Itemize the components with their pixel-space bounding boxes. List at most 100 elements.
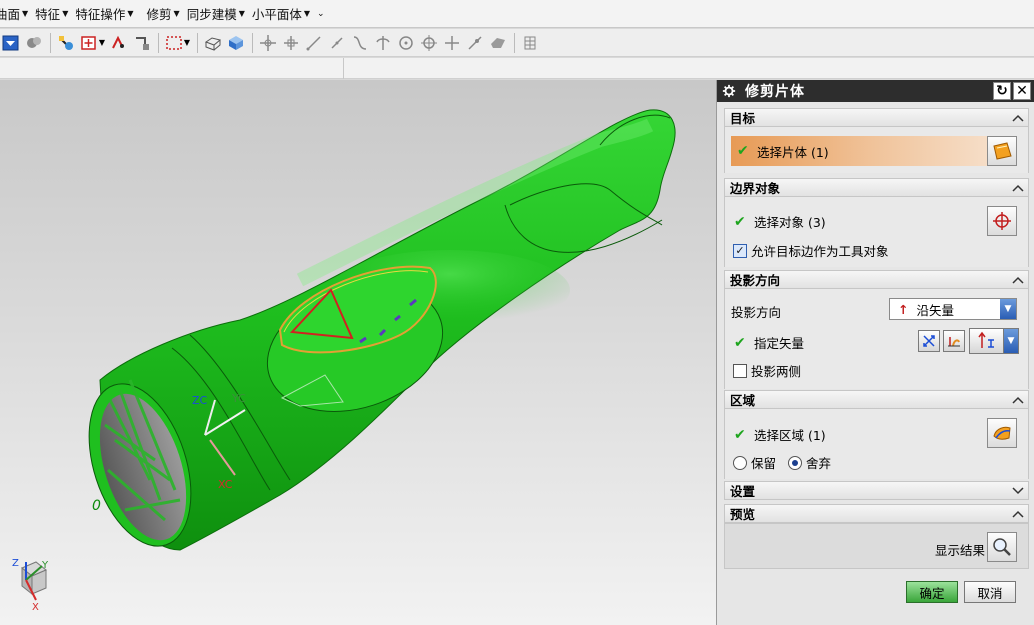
chevron-down-icon: ▼ (303, 9, 311, 18)
line-icon[interactable] (303, 32, 325, 54)
cancel-button[interactable]: 取消 (964, 581, 1016, 603)
menu-surface[interactable]: 曲面 ▼ (0, 2, 32, 26)
reverse-direction-button[interactable] (918, 330, 940, 352)
section-region-header[interactable]: 区域 (724, 390, 1029, 409)
specify-vector-label: 指定矢量 (754, 336, 805, 351)
cross-point-icon[interactable] (441, 32, 463, 54)
grid-icon[interactable] (519, 32, 541, 54)
select-object-button[interactable] (987, 206, 1017, 236)
wcs-yc-label: YC (232, 392, 246, 405)
chevron-down-icon[interactable]: ▼ (183, 38, 191, 47)
select-sheet-label: 选择片体 (1) (757, 144, 829, 160)
surface-point-icon[interactable] (487, 32, 509, 54)
allow-target-edge-row[interactable]: ✓ 允许目标边作为工具对象 (733, 241, 889, 260)
menu-label: 小平面体 (251, 7, 302, 22)
ok-button[interactable]: 确定 (906, 581, 958, 603)
shaded-icon[interactable] (225, 32, 247, 54)
circle-point-icon[interactable] (395, 32, 417, 54)
close-icon[interactable]: ✕ (1013, 82, 1031, 100)
origin-label: 0 (92, 498, 101, 514)
checkmark-icon: ✔ (734, 334, 746, 351)
gear-icon[interactable] (721, 83, 737, 99)
selection-filter-icon[interactable] (78, 32, 100, 54)
discard-option[interactable]: 舍弃 (788, 453, 831, 472)
crosshair-icon (993, 212, 1011, 230)
graphics-viewport[interactable]: ZC YC XC 0 Z Y X (0, 80, 716, 625)
projection-direction-select[interactable]: ↑ 沿矢量 ▼ (889, 298, 1017, 320)
spline-icon[interactable] (349, 32, 371, 54)
dialog-title-bar: 修剪片体 ↻ ✕ (717, 80, 1034, 102)
show-result-label: 显示结果 (935, 543, 986, 558)
checkmark-icon: ✔ (737, 143, 749, 159)
chevron-up-icon[interactable] (1010, 110, 1026, 125)
chevron-down-icon[interactable]: ▼ (1000, 299, 1016, 319)
measure-icon[interactable] (131, 32, 153, 54)
toolbar-divider (197, 32, 198, 53)
menu-feature-operation[interactable]: 特征操作 ▼ (72, 2, 137, 26)
select-sheet-button[interactable] (987, 136, 1017, 166)
menubar-overflow-icon[interactable]: ⌄ (314, 2, 329, 26)
vector-dialog-button[interactable] (943, 330, 965, 352)
show-result-button[interactable] (987, 532, 1017, 562)
box-select-icon[interactable] (163, 32, 185, 54)
chevron-down-icon: ▼ (238, 9, 245, 18)
section-settings-header[interactable]: 设置 (724, 481, 1029, 500)
chevron-down-icon[interactable]: ▼ (98, 38, 106, 47)
projection-direction-label: 投影方向 (731, 305, 782, 320)
line-two-point-icon[interactable] (326, 32, 348, 54)
menu-feature[interactable]: 特征 ▼ (32, 2, 72, 26)
triad-x-label: X (32, 602, 39, 613)
section-title: 区域 (730, 393, 756, 408)
sheet-body-icon (993, 142, 1012, 160)
keep-radio[interactable] (733, 455, 747, 470)
magnifier-icon (993, 538, 1011, 556)
discard-radio[interactable] (788, 455, 802, 470)
render-style-icon[interactable] (23, 32, 45, 54)
allow-target-edge-checkbox[interactable]: ✓ (733, 243, 747, 258)
target-point-icon[interactable] (418, 32, 440, 54)
section-target-header[interactable]: 目标 (724, 108, 1029, 127)
section-preview-header[interactable]: 预览 (724, 504, 1029, 523)
chevron-up-icon[interactable] (1010, 506, 1026, 521)
chevron-up-icon[interactable] (1010, 272, 1026, 287)
chevron-up-icon[interactable] (1010, 392, 1026, 407)
chevron-down-icon[interactable]: ▼ (1003, 328, 1019, 354)
project-both-sides-row[interactable]: 投影两侧 (733, 361, 801, 380)
snap-point-icon[interactable] (108, 32, 130, 54)
section-boundary-header[interactable]: 边界对象 (724, 178, 1029, 197)
selection-bar (0, 58, 1034, 79)
menu-facet-body[interactable]: 小平面体 ▼ (249, 2, 314, 26)
chevron-down-icon: ▼ (22, 9, 29, 18)
keep-option[interactable]: 保留 (733, 453, 776, 472)
rotate-handle-icon[interactable] (280, 32, 302, 54)
menu-synchronous-modeling[interactable]: 同步建模 ▼ (184, 2, 249, 26)
menu-label: 曲面 (0, 7, 21, 22)
specify-vector-row[interactable]: ✔ 指定矢量 (734, 333, 804, 352)
chevron-down-icon: ▼ (62, 9, 69, 18)
chevron-down-icon: ▼ (173, 9, 180, 18)
section-projection-header[interactable]: 投影方向 (724, 270, 1029, 289)
select-region-label: 选择区域 (1) (754, 428, 826, 443)
project-both-sides-checkbox[interactable] (733, 363, 747, 378)
snap-icon[interactable] (55, 32, 77, 54)
vector-type-button[interactable] (969, 328, 1005, 354)
show-result-row: 显示结果 (935, 540, 985, 559)
menu-trim[interactable]: 修剪 ▼ (144, 2, 184, 26)
chevron-up-icon[interactable] (1010, 180, 1026, 195)
arc-point-icon[interactable] (372, 32, 394, 54)
select-object-row[interactable]: ✔ 选择对象 (3) (734, 212, 826, 231)
dropdown-icon[interactable] (0, 32, 22, 54)
select-region-row[interactable]: ✔ 选择区域 (1) (734, 425, 826, 444)
move-handle-icon[interactable] (257, 32, 279, 54)
select-region-button[interactable] (987, 418, 1017, 448)
chevron-down-icon[interactable] (1010, 483, 1026, 498)
reset-icon[interactable]: ↻ (993, 82, 1011, 100)
wcs-xc-label: XC (218, 478, 233, 491)
menu-bar: 曲面 ▼ 特征 ▼ 特征操作 ▼ 修剪 ▼ 同步建模 ▼ 小平面体 ▼ ⌄ (0, 0, 1034, 28)
wireframe-icon[interactable] (202, 32, 224, 54)
select-sheet-row[interactable]: ✔ 选择片体 (1) (731, 136, 989, 166)
vector-type-icon (978, 331, 994, 348)
section-title: 设置 (730, 484, 756, 499)
toolbar-divider (343, 58, 344, 79)
tangent-line-icon[interactable] (464, 32, 486, 54)
